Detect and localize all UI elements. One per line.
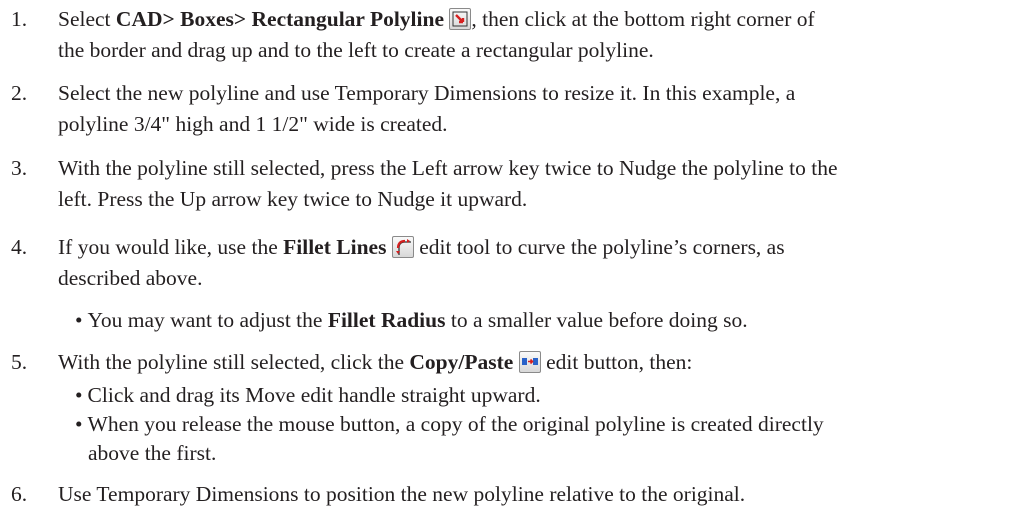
bullet-marker: • [75,308,83,332]
step-text: Select CAD> Boxes> Rectangular Polyline … [58,4,1018,35]
instruction-page: 1. Select CAD> Boxes> Rectangular Polyli… [0,0,1028,521]
tool-name: Fillet Lines [283,235,387,259]
sub-bullet: • When you release the mouse button, a co… [75,409,1020,440]
rectangular-polyline-icon [449,8,472,30]
sub-text: When you release the mouse button, a cop… [87,412,824,436]
button-name: Copy/Paste [409,350,514,374]
sub-bullet: • Click and drag its Move edit handle str… [75,380,1020,411]
step-text-line-2: polyline 3/4" high and 1 1/2" wide is cr… [58,112,448,136]
fillet-lines-icon [391,236,414,258]
step-text: Select the new polyline and use Temporar… [58,81,796,105]
step-text-line-2: described above. [58,266,203,290]
sub-text: Click and drag its Move edit handle stra… [87,383,541,407]
setting-name: Fillet Radius [327,308,446,332]
sub-bullet: • You may want to adjust the Fillet Radiu… [75,305,1020,336]
step-text: If you would like, use the Fillet Lines … [58,232,1018,263]
step-text-part: edit tool to curve the polyline’s corner… [413,235,785,259]
step-number: 2. [11,81,28,105]
bullet-marker: • [75,412,83,436]
step-text-part: edit button, then: [540,350,693,374]
step-text: Use Temporary Dimensions to position the… [58,482,746,506]
copy-paste-icon [518,351,541,373]
step-text-part: Select [58,7,116,31]
step-number: 4. [11,235,28,259]
step-text-part: With the polyline still selected, click … [58,350,410,374]
step-text-line-2: left. Press the Up arrow key twice to Nu… [58,187,528,211]
step-text-line-2: the border and drag up and to the left t… [58,38,654,62]
step-number: 3. [11,156,28,180]
step-text: With the polyline still selected, press … [58,156,838,180]
menu-path: CAD> Boxes> Rectangular Polyline [115,7,444,31]
sub-text-continuation: above the first. [88,441,217,465]
step-text: With the polyline still selected, click … [58,347,1018,378]
step-number: 5. [11,350,28,374]
sub-text-part: You may want to adjust the [87,308,328,332]
sub-text-part: to a smaller value before doing so. [445,308,748,332]
step-number: 1. [11,7,28,31]
bullet-marker: • [75,383,83,407]
step-number: 6. [11,482,28,506]
step-text-part: If you would like, use the [58,235,284,259]
step-text-part: , then click at the bottom right corner … [471,7,815,31]
